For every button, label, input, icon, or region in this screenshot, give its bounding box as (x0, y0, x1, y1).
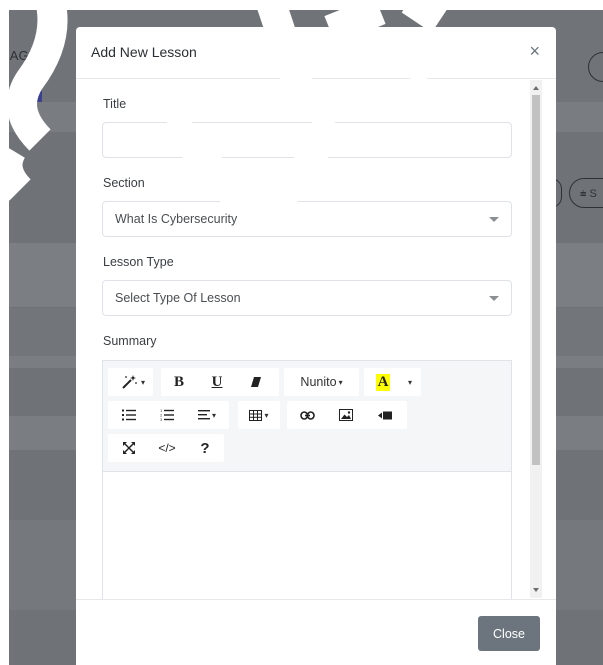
table-group: ▾ (238, 401, 280, 429)
chevron-down-icon: ▾ (407, 377, 412, 387)
filter-pill-button[interactable]: ⩧ S (569, 178, 603, 208)
section-select[interactable]: What Is Cybersecurity (102, 201, 512, 237)
editor-content-area[interactable] (103, 472, 511, 599)
title-input[interactable] (102, 122, 512, 158)
font-name-dropdown[interactable]: Nunito ▾ (284, 368, 359, 396)
modal-footer: Close (76, 599, 556, 665)
scroll-up-arrow-icon[interactable] (533, 86, 539, 90)
align-icon[interactable]: ▾ (187, 401, 227, 429)
title-label: Title (103, 97, 127, 111)
eraser-icon[interactable] (237, 368, 275, 396)
paragraph-group: 123 ▾ (108, 401, 229, 429)
scroll-down-arrow-icon[interactable] (533, 588, 539, 592)
magic-wand-icon[interactable]: ▾ (116, 368, 150, 396)
lesson-type-placeholder: Select Type Of Lesson (115, 291, 241, 305)
table-icon[interactable]: ▾ (238, 401, 280, 429)
style-group: ▾ (108, 368, 153, 396)
summary-label: Summary (103, 334, 157, 348)
page-edge (0, 0, 9, 665)
modal-header: Add New Lesson × (76, 27, 556, 79)
font-name-label: Nunito (300, 375, 337, 389)
modal-body[interactable]: Title Section What Is Cybersecurity Less… (76, 79, 556, 599)
svg-text:1: 1 (160, 409, 162, 413)
font-name-group: Nunito ▾ (284, 368, 359, 396)
font-style-group: B U (161, 368, 279, 396)
bold-button[interactable]: B (161, 368, 197, 396)
close-button[interactable]: Close (478, 616, 540, 651)
svg-text:3: 3 (160, 418, 162, 421)
color-group: A ▾ (364, 368, 421, 396)
code-view-button[interactable]: </> (149, 434, 185, 462)
scrollbar-thumb[interactable] (532, 95, 540, 465)
lesson-type-select[interactable]: Select Type Of Lesson (102, 280, 512, 316)
chevron-down-icon (489, 296, 499, 301)
ordered-list-icon[interactable]: 123 (149, 401, 185, 429)
image-icon[interactable] (328, 401, 364, 429)
fullscreen-icon[interactable] (111, 434, 147, 462)
chevron-down-icon (489, 217, 499, 222)
unordered-list-icon[interactable] (111, 401, 147, 429)
text-color-button[interactable]: A (370, 368, 396, 396)
help-button[interactable]: ? (187, 434, 223, 462)
insert-group (287, 401, 407, 429)
editor-toolbar: ▾ B U Nunito ▾ A ▾ 1 2 3 ▾ ▾ </> ? (103, 361, 511, 472)
close-icon[interactable]: × (529, 42, 540, 60)
modal-scrollbar[interactable] (530, 80, 542, 598)
svg-text:2: 2 (160, 414, 162, 418)
text-color-icon: A (375, 373, 391, 391)
modal-title: Add New Lesson (91, 44, 197, 60)
lesson-type-label: Lesson Type (103, 255, 174, 269)
summary-editor: ▾ B U Nunito ▾ A ▾ 1 2 3 ▾ ▾ </> ? (102, 360, 512, 599)
section-select-value: What Is Cybersecurity (115, 212, 238, 226)
link-icon[interactable] (289, 401, 325, 429)
add-lesson-modal: Add New Lesson × Title Section What Is C… (76, 27, 556, 665)
view-group: </> ? (108, 434, 224, 462)
section-label: Section (103, 176, 145, 190)
underline-button[interactable]: U (199, 368, 235, 396)
video-icon[interactable] (367, 401, 403, 429)
text-color-dropdown[interactable]: ▾ (400, 368, 418, 396)
page-edge (0, 0, 603, 10)
